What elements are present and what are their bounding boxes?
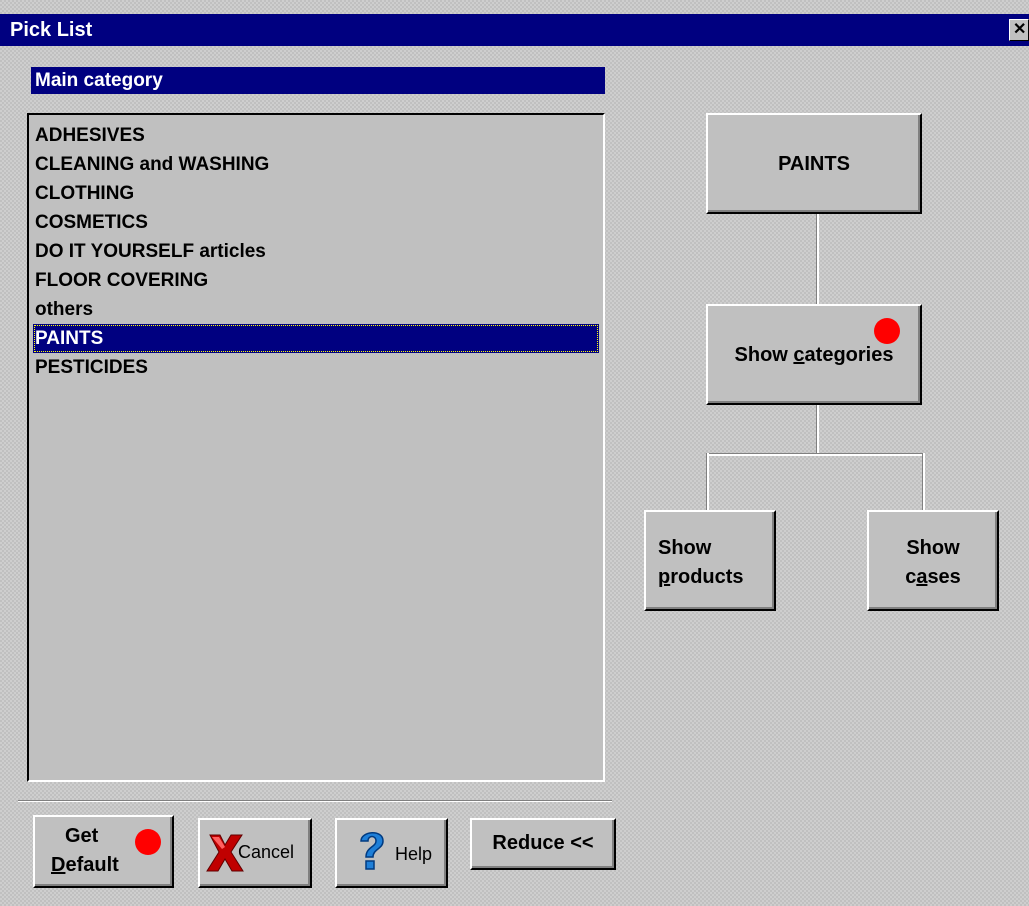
show-products-line1: Show — [658, 537, 712, 559]
show-categories-label: Show categories — [708, 344, 920, 367]
cancel-label: Cancel — [238, 842, 295, 862]
show-cases-accel: a — [916, 566, 928, 588]
list-item[interactable]: ADHESIVES — [33, 121, 599, 150]
list-item[interactable]: FLOOR COVERING — [33, 266, 599, 295]
connector-categories-branch — [816, 404, 819, 454]
list-item[interactable]: others — [33, 295, 599, 324]
list-item[interactable]: CLOTHING — [33, 179, 599, 208]
list-item[interactable]: DO IT YOURSELF articles — [33, 237, 599, 266]
main-category-listbox[interactable]: ADHESIVES CLEANING and WASHING CLOTHING COS… — [27, 113, 605, 782]
pick-list-window: Pick List ✕ Main category ADHESIVES CLEAN… — [0, 0, 1029, 906]
show-cases-text-pre: c — [905, 566, 917, 588]
get-default-text-post: efault — [65, 854, 119, 876]
separator — [18, 800, 612, 802]
list-item[interactable]: PAINTS — [33, 324, 599, 353]
help-button[interactable]: Help — [335, 818, 448, 888]
show-categories-text-post: ategories — [804, 344, 894, 366]
get-default-accel: D — [51, 854, 66, 876]
show-products-text-post: roducts — [670, 566, 744, 588]
list-header: Main category — [31, 67, 605, 94]
show-products-line2: products — [658, 566, 744, 589]
list-items: ADHESIVES CLEANING and WASHING CLOTHING COS… — [29, 121, 603, 382]
show-categories-text-pre: Show — [734, 344, 794, 366]
show-cases-text-post: ses — [927, 566, 961, 588]
close-button[interactable]: ✕ — [1009, 19, 1029, 41]
title-bar[interactable]: Pick List ✕ — [0, 14, 1029, 46]
connector-root-categories — [816, 213, 819, 304]
indicator-dot — [135, 829, 161, 855]
show-cases-button[interactable]: Show cases — [867, 510, 999, 611]
close-icon: ✕ — [1013, 21, 1027, 38]
connector-branch-cases — [922, 453, 925, 511]
show-products-button[interactable]: Show products — [644, 510, 776, 611]
get-default-button[interactable]: Get Default — [33, 815, 174, 888]
show-cases-line2: cases — [869, 566, 997, 589]
connector-branch-products — [706, 453, 709, 511]
paints-node-label: PAINTS — [778, 153, 850, 175]
show-products-accel: p — [658, 566, 671, 588]
blue-question-icon — [360, 832, 384, 870]
list-item[interactable]: CLEANING and WASHING — [33, 150, 599, 179]
show-cases-line1: Show — [906, 537, 960, 559]
reduce-button[interactable]: Reduce << — [470, 818, 616, 870]
list-item[interactable]: COSMETICS — [33, 208, 599, 237]
reduce-label: Reduce << — [492, 832, 594, 854]
cancel-button[interactable]: Cancel — [198, 818, 312, 888]
indicator-dot — [874, 318, 900, 344]
show-categories-button[interactable]: Show categories — [706, 304, 922, 405]
get-default-line2: Default — [51, 854, 119, 877]
connector-branch-horizontal — [706, 453, 924, 456]
paints-node-button[interactable]: PAINTS — [706, 113, 922, 214]
help-label: Help — [395, 844, 433, 864]
get-default-line1: Get — [65, 825, 99, 847]
show-categories-accel: c — [793, 344, 805, 366]
list-item[interactable]: PESTICIDES — [33, 353, 599, 382]
window-title: Pick List — [10, 19, 93, 41]
